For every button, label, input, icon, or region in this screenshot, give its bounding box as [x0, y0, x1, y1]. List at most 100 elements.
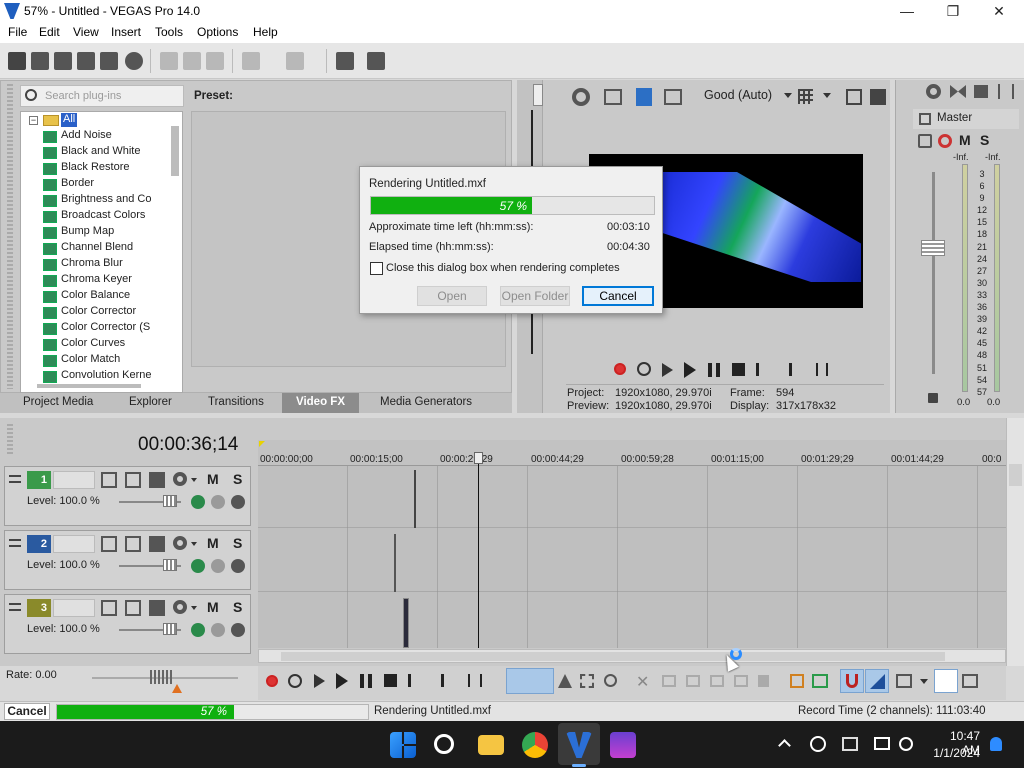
- track-name-field[interactable]: [53, 599, 95, 617]
- compositing-icon[interactable]: [149, 536, 165, 552]
- go-to-end-icon[interactable]: [432, 674, 444, 687]
- plugin-tree[interactable]: − All Add Noise Black and White Black Rest…: [20, 111, 183, 393]
- master-fx-icon[interactable]: [918, 134, 932, 148]
- mixer-icon[interactable]: [998, 84, 1014, 99]
- playhead-cursor[interactable]: [478, 454, 479, 648]
- plugin-search-input[interactable]: Search plug-ins: [20, 85, 184, 107]
- dim-output-icon[interactable]: [974, 85, 988, 98]
- plugin-item[interactable]: Color Curves: [43, 337, 182, 353]
- track-motion-icon[interactable]: [101, 600, 117, 616]
- minimize-button[interactable]: —: [884, 0, 930, 23]
- track-header-3[interactable]: 3 M S Level: 100.0 %: [4, 594, 251, 654]
- display-icon[interactable]: [874, 737, 890, 750]
- video-app-icon[interactable]: [610, 732, 636, 758]
- track-solo-button[interactable]: S: [233, 599, 242, 615]
- new-project-icon[interactable]: [8, 52, 26, 70]
- track-level-handle[interactable]: [163, 559, 177, 571]
- tree-hscrollbar[interactable]: [37, 384, 141, 388]
- sync-icon[interactable]: [810, 736, 826, 752]
- track-mute-button[interactable]: M: [207, 471, 219, 487]
- paste-icon[interactable]: [206, 52, 224, 70]
- playhead-handle[interactable]: [474, 452, 483, 464]
- preview-settings-gear-icon[interactable]: [572, 88, 590, 106]
- network-icon[interactable]: [842, 737, 858, 751]
- open-icon[interactable]: [31, 52, 49, 70]
- master-solo-button[interactable]: S: [980, 132, 989, 148]
- chrome-icon[interactable]: [522, 732, 548, 758]
- snapping-button[interactable]: [840, 669, 864, 693]
- preview-quality-select[interactable]: Good (Auto): [704, 88, 772, 102]
- menu-view[interactable]: View: [73, 25, 99, 39]
- next-frame-icon[interactable]: [480, 674, 494, 687]
- file-explorer-icon[interactable]: [478, 735, 504, 755]
- track-minimize-icon[interactable]: [9, 539, 21, 547]
- lock-envelopes-button[interactable]: [934, 669, 958, 693]
- cut-icon[interactable]: [160, 52, 178, 70]
- stop-icon[interactable]: [732, 363, 745, 376]
- tab-explorer[interactable]: Explorer: [129, 396, 172, 408]
- track-name-field[interactable]: [53, 535, 95, 553]
- trim-icon[interactable]: [662, 675, 676, 687]
- plugin-item[interactable]: Chroma Blur: [43, 257, 182, 273]
- trimmer-tab[interactable]: [533, 84, 543, 106]
- track-composite-icon[interactable]: [191, 623, 205, 637]
- copy-icon[interactable]: [183, 52, 201, 70]
- close-button[interactable]: ✕: [976, 0, 1022, 23]
- plugin-item[interactable]: Black and White: [43, 145, 182, 161]
- track-settings-gear-icon[interactable]: [173, 600, 187, 614]
- search-icon[interactable]: [434, 734, 454, 754]
- track-child-icon[interactable]: [231, 495, 245, 509]
- maximize-button[interactable]: ❐: [930, 0, 976, 23]
- plugin-item[interactable]: Channel Blend: [43, 241, 182, 257]
- split-screen-icon[interactable]: [604, 89, 622, 105]
- next-frame-icon[interactable]: [826, 363, 840, 376]
- stop-icon[interactable]: [384, 674, 397, 687]
- track-child-icon[interactable]: [231, 623, 245, 637]
- track-solo-button[interactable]: S: [233, 471, 242, 487]
- track-settings-gear-icon[interactable]: [173, 536, 187, 550]
- undo-icon[interactable]: [242, 52, 260, 70]
- plugin-item[interactable]: Add Noise: [43, 129, 182, 145]
- track-solo-button[interactable]: S: [233, 535, 242, 551]
- properties-gear-icon[interactable]: [125, 52, 143, 70]
- lock-icon[interactable]: [758, 675, 769, 687]
- tree-root-all[interactable]: All: [61, 113, 78, 127]
- plugin-item[interactable]: Color Match: [43, 353, 182, 369]
- plugin-item[interactable]: Color Corrector: [43, 305, 182, 321]
- tab-media-generators[interactable]: Media Generators: [380, 396, 472, 408]
- ripple-edit-icon[interactable]: [896, 674, 912, 688]
- lock-icon[interactable]: [928, 393, 938, 403]
- track-level-handle[interactable]: [163, 623, 177, 635]
- play-icon[interactable]: [336, 673, 348, 689]
- timeline-vscroll[interactable]: [1006, 418, 1024, 666]
- save-as-icon[interactable]: [77, 52, 95, 70]
- tab-project-media[interactable]: Project Media: [23, 396, 93, 408]
- save-snapshot-icon[interactable]: [870, 89, 886, 105]
- chevron-down-icon[interactable]: [191, 542, 197, 546]
- plugin-manager-icon[interactable]: [336, 52, 354, 70]
- menu-file[interactable]: File: [8, 25, 27, 39]
- plugin-item[interactable]: Broadcast Colors: [43, 209, 182, 225]
- menu-insert[interactable]: Insert: [111, 25, 141, 39]
- play-from-start-icon[interactable]: [314, 674, 325, 688]
- close-when-done-checkbox[interactable]: [370, 262, 383, 275]
- marker-icon[interactable]: [790, 674, 804, 688]
- volume-icon[interactable]: [899, 737, 913, 751]
- ignore-grouping-icon[interactable]: [962, 674, 978, 688]
- delete-icon[interactable]: ✕: [636, 672, 649, 692]
- track-fx-icon[interactable]: [125, 600, 141, 616]
- loop-marker-icon[interactable]: [259, 441, 265, 447]
- tree-collapse-icon[interactable]: −: [29, 116, 38, 125]
- compositing-icon[interactable]: [149, 472, 165, 488]
- selection-tool-icon[interactable]: [580, 674, 594, 688]
- loop-playback-icon[interactable]: [637, 362, 651, 376]
- pause-icon[interactable]: [708, 363, 720, 377]
- track-composite-icon[interactable]: [191, 495, 205, 509]
- chevron-down-icon[interactable]: [823, 93, 831, 98]
- external-monitor-icon[interactable]: [664, 89, 682, 105]
- close-when-done-label[interactable]: Close this dialog box when rendering com…: [386, 262, 620, 274]
- pause-icon[interactable]: [360, 674, 372, 688]
- chevron-down-icon[interactable]: [191, 478, 197, 482]
- track-fx-icon[interactable]: [125, 472, 141, 488]
- chevron-down-icon[interactable]: [191, 606, 197, 610]
